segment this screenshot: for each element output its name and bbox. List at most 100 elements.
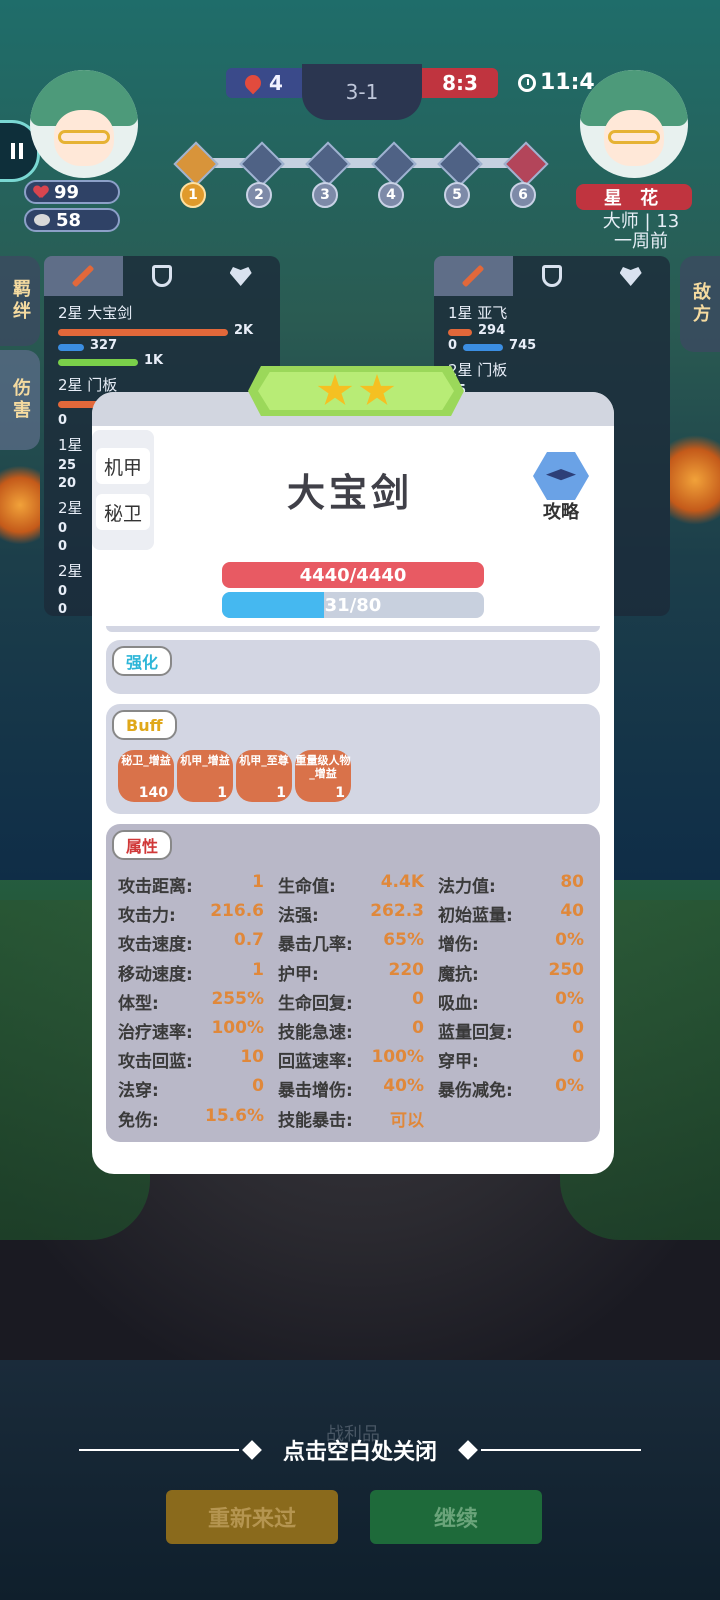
attribute-cell: 回蓝速率: 100% [278,1047,438,1072]
heart-icon [619,267,642,286]
opponent-rank: 大师 | 13 一周前 [602,211,680,252]
attribute-tag: 属性 [112,830,173,860]
stage-number: 4 [378,182,404,208]
attribute-value: 15.6% [205,1105,264,1126]
attribute-label: 免伤: [118,1110,159,1131]
attribute-row: 攻击力: 216.6 法强: 262.3 初始蓝量: 40 [118,899,598,928]
attribute-cell: 治疗速率: 100% [118,1018,278,1043]
attribute-value: 40 [560,901,584,922]
player-hp: 99 [24,180,120,204]
player-gold: 58 [24,208,120,232]
retry-button[interactable]: 重新来过 [166,1490,338,1544]
tab-enemy[interactable]: 敌方 [680,256,720,352]
attribute-label: 暴击几率: [278,935,353,956]
attribute-cell: 护甲: 220 [278,960,438,985]
attribute-cell: 魔抗: 250 [438,960,598,985]
attribute-value: 250 [548,959,585,980]
attribute-value: 220 [388,959,425,980]
defense-tab[interactable] [513,256,592,296]
attribute-cell: 暴伤减免: 0% [438,1076,598,1101]
attribute-value: 0.7 [233,930,264,951]
attribute-label: 攻击力: [118,906,176,927]
attribute-cell: 法穿: 0 [118,1076,278,1101]
stage-number: 1 [180,182,206,208]
stage-node-6-boss [503,141,549,187]
stage-node-2 [239,141,285,187]
attribute-cell: 攻击距离: 1 [118,872,278,897]
heal-tab[interactable] [591,256,670,296]
attribute-label: 初始蓝量: [438,906,513,927]
attribute-label: 增伤: [438,935,479,956]
continue-button[interactable]: 继续 [370,1490,542,1544]
attribute-cell: 暴击增伤: 40% [278,1076,438,1101]
buff-chip[interactable]: 重量级人物_增益 1 [295,750,351,802]
section-divider [106,626,600,632]
attribute-grid: 攻击距离: 1 生命值: 4.4K 法力值: 80 攻击力: 216.6 法强: 262.3 初始蓝… [118,870,598,1133]
attribute-cell: 法强: 262.3 [278,901,438,926]
attribute-row: 法穿: 0 暴击增伤: 40% 暴伤减免: 0% [118,1074,598,1103]
attribute-value: 0 [412,988,424,1009]
buff-chip[interactable]: 机甲_增益 1 [177,750,233,802]
attribute-cell: 攻击力: 216.6 [118,901,278,926]
clock-icon [518,73,536,92]
attribute-label: 攻击距离: [118,877,193,898]
attribute-cell: 体型: 255% [118,989,278,1014]
buff-chip[interactable]: 秘卫_增益 140 [118,750,174,802]
player-avatar[interactable] [30,70,138,178]
attribute-value: 可以 [390,1110,424,1131]
attribute-value: 65% [383,930,424,951]
damage-tab[interactable] [44,256,123,296]
round-timer: 11:4 [518,70,595,95]
attribute-label: 治疗速率: [118,1023,193,1044]
attribute-label: 生命回复: [278,993,353,1014]
enhance-section: 强化 [106,640,600,694]
opponent-avatar[interactable] [580,70,688,178]
stage-node-1 [173,141,219,187]
attribute-row: 治疗速率: 100% 技能急速: 0 蓝量回复: 0 [118,1016,598,1045]
tab-bonds[interactable]: 羁绊 [0,256,40,346]
sword-icon [462,264,485,288]
attribute-label: 移动速度: [118,964,193,985]
stage-number: 3 [312,182,338,208]
attribute-value: 0 [572,1018,584,1039]
heal-tab[interactable] [201,256,280,296]
attribute-row: 攻击回蓝: 10 回蓝速率: 100% 穿甲: 0 [118,1045,598,1074]
close-hint[interactable]: 点击空白处关闭 [0,1430,720,1470]
attribute-row: 攻击速度: 0.7 暴击几率: 65% 增伤: 0% [118,928,598,957]
stage-node-5 [437,141,483,187]
star-rating [258,372,454,410]
attribute-cell: 吸血: 0% [438,989,598,1014]
attribute-value: 216.6 [210,901,264,922]
attribute-value: 40% [383,1076,424,1097]
attribute-cell: 初始蓝量: 40 [438,901,598,926]
attribute-label: 生命值: [278,877,336,898]
trait-chip[interactable]: 机甲 [96,448,150,484]
attribute-value: 100% [211,1018,264,1039]
hero-name: 大宝剑 [286,471,413,515]
fire-icon [241,71,265,95]
attribute-label: 暴伤减免: [438,1081,513,1102]
stage-number: 6 [510,182,536,208]
guide-button[interactable]: 攻略 [528,452,594,524]
attribute-value: 0 [412,1018,424,1039]
attribute-cell: 技能暴击: 可以 [278,1106,438,1131]
attribute-value: 262.3 [370,901,424,922]
trait-chip[interactable]: 秘卫 [96,494,150,530]
attribute-label: 法强: [278,906,319,927]
attribute-label: 攻击回蓝: [118,1052,193,1073]
attribute-cell: 移动速度: 1 [118,960,278,985]
shield-icon [542,265,562,287]
damage-tab[interactable] [434,256,513,296]
attribute-row: 体型: 255% 生命回复: 0 吸血: 0% [118,987,598,1016]
coin-icon [34,214,50,226]
buff-chip[interactable]: 机甲_至尊 1 [236,750,292,802]
defense-tab[interactable] [123,256,202,296]
tab-damage[interactable]: 伤害 [0,350,40,450]
attribute-value: 10 [240,1047,264,1068]
buff-tag: Buff [112,710,177,740]
attribute-cell: 免伤: 15.6% [118,1106,278,1131]
attribute-cell: 增伤: 0% [438,930,598,955]
enhance-tag: 强化 [112,646,173,676]
graduation-cap-icon [546,469,576,481]
stage-label: 3-1 [302,64,422,120]
